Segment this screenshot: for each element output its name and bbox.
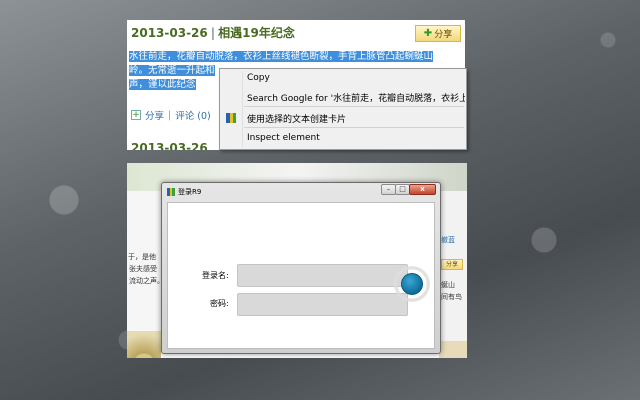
blog-text-line-3: 声，谨以此纪念 (129, 79, 196, 90)
dialog-body: 登录名: 密码: (167, 202, 435, 349)
card-extension-icon (226, 113, 236, 123)
blog-text-line-2: 岭。无常逝一升起和 (129, 65, 215, 76)
text-fragment: 间有鸟 (441, 293, 462, 301)
share-button[interactable]: ✚ 分享 (415, 25, 461, 42)
maximize-button[interactable]: □ (395, 184, 410, 195)
dialog-title: 登录R9 (178, 188, 202, 196)
menu-item-inspect-element[interactable]: Inspect element (247, 133, 465, 143)
footer-separator: | (168, 109, 172, 121)
blog-header: 2013-03-26 | 相遇19年纪念 (131, 24, 295, 41)
blog-date: 2013-03-26 (131, 26, 208, 40)
text-fragment: 张夫感受 (129, 265, 157, 273)
page-right-column: 撤蓝 蜒山 间有鸟 (439, 191, 467, 358)
blog-text-line-1: 水往前走，花瓣自动脱落，衣衫上丝线褪色断裂，手背上脉管凸起蜿蜒山 (129, 51, 434, 62)
password-label: 密码: (210, 299, 229, 308)
blog-header-separator: | (210, 26, 216, 40)
share-button-small[interactable]: 分享 (441, 259, 463, 270)
text-fragment: 撤蓝 (441, 236, 455, 244)
login-button[interactable] (401, 273, 423, 295)
text-fragment: 于，是他 (128, 253, 156, 261)
next-post-date: 2013-03-26 (131, 141, 208, 150)
username-input[interactable] (237, 264, 408, 287)
menu-separator (244, 106, 464, 107)
plus-icon: ✚ (423, 28, 433, 39)
footer-comment-link[interactable]: 评论 (0) (175, 108, 210, 122)
text-fragment: 流动之声。 (129, 277, 164, 285)
username-label: 登录名: (202, 271, 229, 280)
menu-separator (244, 127, 464, 128)
decorative-image (439, 341, 467, 358)
text-fragment: 蜒山 (441, 281, 455, 289)
plus-icon: + (131, 110, 141, 120)
menu-gutter (242, 71, 243, 147)
password-input[interactable] (237, 293, 408, 316)
minimize-button[interactable]: – (381, 184, 396, 195)
context-menu: Copy Search Google for '水往前走，花瓣自动脱落，衣衫上丝… (219, 68, 467, 150)
app-icon (167, 188, 175, 196)
blog-footer: + 分享 | 评论 (0) (131, 108, 211, 122)
share-button-label: 分享 (434, 30, 453, 40)
menu-item-search-google[interactable]: Search Google for '水往前走，花瓣自动脱落，衣衫上丝 (247, 91, 465, 104)
footer-share-link[interactable]: 分享 (145, 108, 164, 122)
login-dialog: 登录R9 – □ x 登录名: 密码: (161, 182, 441, 354)
menu-item-create-card[interactable]: 使用选择的文本创建卡片 (247, 112, 465, 125)
close-button[interactable]: x (409, 184, 436, 195)
page-left-column: 于，是他 张夫感受 流动之声。 (127, 191, 164, 358)
flower-image (127, 331, 161, 358)
menu-item-copy[interactable]: Copy (247, 73, 465, 83)
blog-title[interactable]: 相遇19年纪念 (218, 26, 295, 40)
